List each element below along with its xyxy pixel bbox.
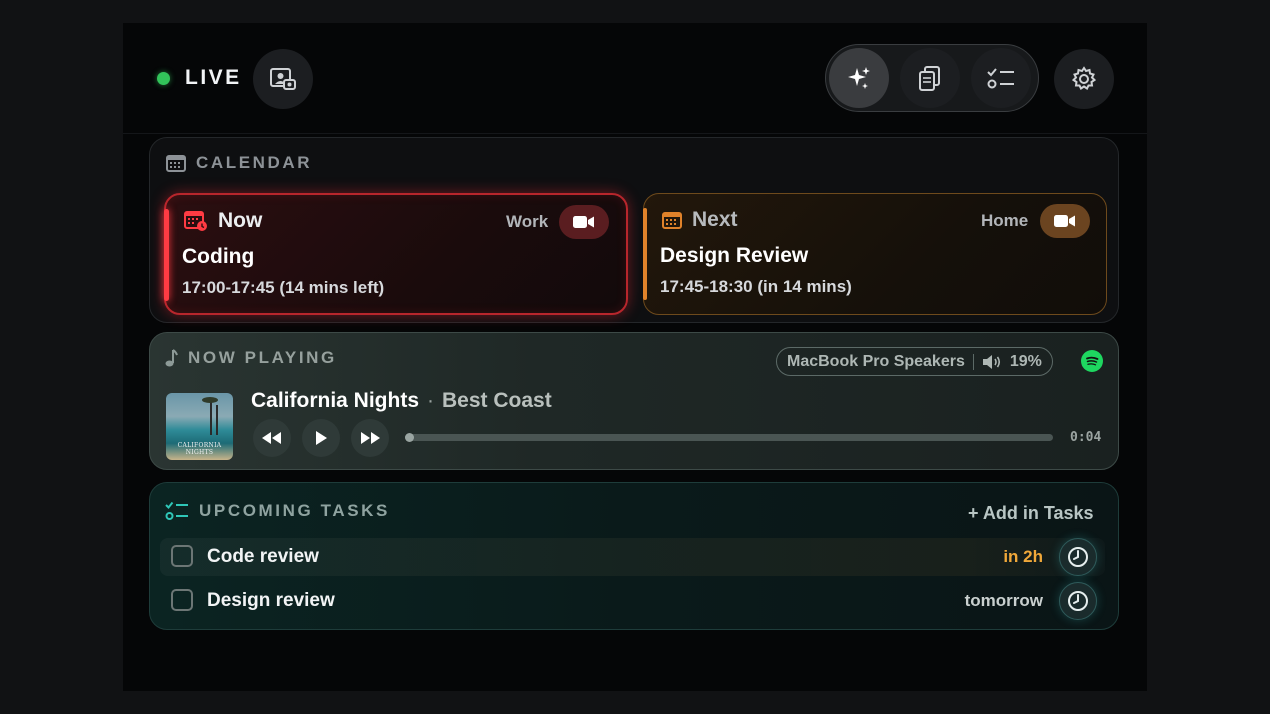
event-next-time: 17:45-18:30 (in 14 mins) [660, 277, 852, 296]
clock-icon [1068, 591, 1088, 611]
fast-forward-icon [361, 432, 380, 444]
calendar-alert-icon [184, 211, 207, 231]
tasks-mode-button[interactable] [971, 48, 1031, 108]
clipboard-mode-button[interactable] [900, 48, 960, 108]
mode-switcher [825, 44, 1039, 112]
event-next-header: Next [662, 208, 738, 232]
event-card-next[interactable]: Next Home Design Review 17:45-18:30 (in … [643, 193, 1107, 315]
task-due: in 2h [1003, 547, 1043, 566]
calendar-icon [662, 212, 682, 229]
reschedule-button[interactable] [1059, 538, 1097, 576]
event-accent-bar [164, 209, 169, 301]
palm-fronds [202, 397, 218, 403]
palm-tree [210, 399, 212, 435]
assistant-mode-button[interactable] [829, 48, 889, 108]
screen-capture-icon [270, 68, 296, 90]
rewind-icon [262, 432, 281, 444]
spotify-logo [1086, 356, 1099, 366]
event-now-header: Now [184, 209, 262, 233]
clipboard-icon [919, 66, 940, 91]
event-now-title: Coding [182, 245, 255, 268]
play-button[interactable] [302, 419, 340, 457]
sparkle-icon [848, 67, 870, 89]
video-camera-icon [573, 216, 594, 228]
album-art: CALIFORNIA NIGHTS [166, 393, 233, 460]
event-card-now[interactable]: Now Work Coding 17:00-17:45 (14 mins lef… [164, 193, 628, 315]
playback-scrubber[interactable] [405, 433, 414, 442]
calendar-icon [166, 155, 186, 172]
live-indicator-dot [157, 72, 170, 85]
event-next-title: Design Review [660, 244, 809, 267]
task-checkbox[interactable] [171, 589, 193, 611]
screen-capture-button[interactable] [253, 49, 313, 109]
reschedule-button[interactable] [1059, 582, 1097, 620]
checklist-icon [165, 501, 188, 520]
track-info: California Nights · Best Coast [251, 389, 552, 413]
header: LIVE [123, 23, 1147, 134]
event-now-tag: Work [506, 212, 549, 231]
calendar-title: CALENDAR [196, 153, 313, 172]
output-device-name: MacBook Pro Speakers [787, 352, 965, 370]
task-label: Design review [207, 590, 335, 611]
volume-level: 19% [1009, 352, 1042, 370]
event-accent-bar [643, 208, 647, 300]
event-next-label: Next [692, 208, 738, 231]
speaker-icon [982, 354, 1000, 369]
music-note-icon [165, 349, 178, 367]
pill-divider [972, 353, 974, 370]
join-video-button[interactable] [559, 205, 609, 239]
settings-button[interactable] [1054, 49, 1114, 109]
event-now-time: 17:00-17:45 (14 mins left) [182, 278, 385, 297]
tasks-header: UPCOMING TASKS [165, 500, 390, 522]
calendar-header: CALENDAR [166, 153, 312, 173]
task-due: tomorrow [964, 591, 1043, 610]
now-playing-panel: NOW PLAYING MacBook Pro Speakers 19% CAL… [149, 332, 1119, 470]
album-title-text: CALIFORNIA NIGHTS [177, 442, 222, 456]
calendar-panel: CALENDAR Now Work Coding 17:00-17:45 (14… [149, 137, 1119, 323]
track-artist: Best Coast [442, 389, 552, 412]
gear-icon [1071, 66, 1097, 90]
track-title: California Nights [251, 389, 420, 412]
event-now-label: Now [218, 209, 263, 232]
live-label: LIVE [185, 66, 242, 89]
video-camera-icon [1054, 215, 1075, 227]
previous-track-button[interactable] [253, 419, 291, 457]
event-next-tag: Home [981, 211, 1029, 230]
task-label: Code review [207, 546, 319, 567]
join-video-button[interactable] [1040, 204, 1090, 238]
tasks-title: UPCOMING TASKS [199, 501, 390, 520]
play-icon [316, 431, 327, 445]
clock-icon [1068, 547, 1088, 567]
app-window: LIVE CALENDAR Now Work Coding 17:00-17:4… [123, 23, 1147, 691]
palm-tree [216, 405, 218, 435]
now-playing-header: NOW PLAYING [164, 348, 337, 368]
next-track-button[interactable] [351, 419, 389, 457]
output-device-pill[interactable]: MacBook Pro Speakers 19% [776, 347, 1053, 376]
now-playing-title: NOW PLAYING [188, 348, 337, 367]
tasks-panel: UPCOMING TASKS + Add in Tasks Code revie… [149, 482, 1119, 630]
task-row[interactable]: Code review in 2h [160, 538, 1105, 576]
task-checkbox[interactable] [171, 545, 193, 567]
checklist-icon [987, 68, 1014, 89]
task-row[interactable]: Design review tomorrow [160, 582, 1105, 620]
elapsed-time: 0:04 [1070, 430, 1102, 445]
track-separator: · [427, 389, 435, 412]
playback-progress-bar[interactable] [405, 433, 1053, 442]
spotify-icon[interactable] [1081, 350, 1103, 372]
add-task-link[interactable]: + Add in Tasks [968, 503, 1094, 524]
